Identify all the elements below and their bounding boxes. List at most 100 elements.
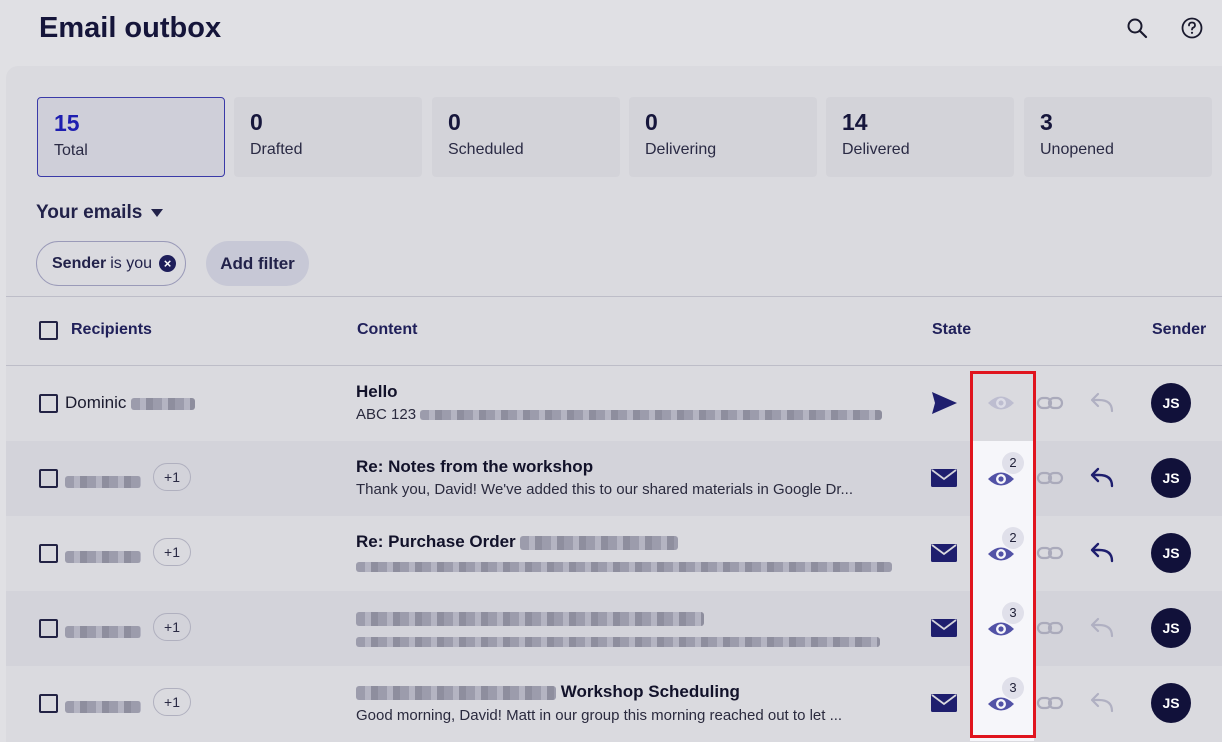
email-subject[interactable]: Re: Notes from the workshop xyxy=(356,457,593,477)
stat-label: Delivering xyxy=(645,141,717,158)
email-subject[interactable] xyxy=(356,608,704,628)
page-title: Email outbox xyxy=(39,12,222,44)
row-checkbox[interactable] xyxy=(39,619,58,638)
filter-chip-value: is you xyxy=(110,254,153,272)
open-count-badge: 2 xyxy=(1002,452,1024,474)
more-recipients-badge[interactable]: +1 xyxy=(153,463,191,491)
more-recipients-badge[interactable]: +1 xyxy=(153,538,191,566)
email-subject[interactable]: Workshop Scheduling xyxy=(356,682,740,702)
avatar[interactable]: JS xyxy=(1151,533,1191,573)
recipient-cell xyxy=(65,621,141,641)
open-count-badge: 2 xyxy=(1002,527,1024,549)
column-header-sender[interactable]: Sender xyxy=(1152,321,1206,339)
reply-icon xyxy=(1088,391,1116,415)
page-header: Email outbox xyxy=(0,0,1222,64)
avatar[interactable]: JS xyxy=(1151,608,1191,648)
help-circle-icon[interactable] xyxy=(1178,14,1206,42)
reply-icon xyxy=(1088,541,1116,565)
open-count-badge: 3 xyxy=(1002,677,1024,699)
reply-icon xyxy=(1088,691,1116,715)
opens-cell[interactable]: 2 xyxy=(970,441,1034,516)
search-icon[interactable] xyxy=(1123,14,1151,42)
recipient-cell xyxy=(65,546,141,566)
stat-count: 0 xyxy=(250,109,263,135)
avatar[interactable]: JS xyxy=(1151,458,1191,498)
stat-count: 3 xyxy=(1040,109,1053,135)
stat-label: Unopened xyxy=(1040,141,1114,158)
link-icon xyxy=(1036,468,1064,488)
redacted-text xyxy=(65,550,141,563)
stat-count: 0 xyxy=(448,109,461,135)
caret-down-icon xyxy=(150,202,164,224)
redacted-text xyxy=(65,475,141,488)
email-preview xyxy=(356,558,896,575)
stat-card-delivered[interactable]: 14 Delivered xyxy=(826,97,1014,177)
subject-text: Workshop Scheduling xyxy=(560,682,740,701)
link-icon xyxy=(1036,543,1064,563)
emails-view-dropdown[interactable]: Your emails xyxy=(36,202,164,224)
stat-card-delivering[interactable]: 0 Delivering xyxy=(629,97,817,177)
email-subject[interactable]: Re: Purchase Order xyxy=(356,532,679,552)
remove-filter-icon[interactable]: × xyxy=(159,255,176,272)
open-count-badge: 3 xyxy=(1002,602,1024,624)
subject-text: Re: Purchase Order xyxy=(356,532,516,551)
email-preview: ABC 123 xyxy=(356,406,896,423)
reply-icon xyxy=(1088,466,1116,490)
email-subject[interactable]: Hello xyxy=(356,382,398,402)
filter-chip-key: Sender xyxy=(52,254,107,272)
row-checkbox[interactable] xyxy=(39,469,58,488)
redacted-text xyxy=(520,535,679,550)
link-icon xyxy=(1036,393,1064,413)
eye-icon xyxy=(986,392,1016,414)
opens-cell[interactable]: 2 xyxy=(970,516,1034,591)
avatar[interactable]: JS xyxy=(1151,383,1191,423)
redacted-text xyxy=(356,637,880,648)
envelope-icon xyxy=(930,692,960,718)
column-header-state[interactable]: State xyxy=(932,321,971,339)
link-icon xyxy=(1036,693,1064,713)
link-icon xyxy=(1036,618,1064,638)
stat-card-scheduled[interactable]: 0 Scheduled xyxy=(432,97,620,177)
stat-count: 14 xyxy=(842,109,868,135)
divider xyxy=(6,296,1222,297)
row-checkbox[interactable] xyxy=(39,544,58,563)
redacted-text xyxy=(356,685,556,700)
avatar[interactable]: JS xyxy=(1151,683,1191,723)
stat-card-unopened[interactable]: 3 Unopened xyxy=(1024,97,1212,177)
stat-card-total[interactable]: 15 Total xyxy=(37,97,225,177)
opens-cell xyxy=(970,366,1034,441)
add-filter-button[interactable]: Add filter xyxy=(206,241,309,286)
select-all-checkbox[interactable] xyxy=(39,321,58,340)
section-title: Your emails xyxy=(36,202,143,223)
stat-card-drafted[interactable]: 0 Drafted xyxy=(234,97,422,177)
row-checkbox[interactable] xyxy=(39,394,58,413)
envelope-icon xyxy=(930,542,960,568)
redacted-text xyxy=(356,562,892,573)
envelope-icon xyxy=(930,467,960,493)
stat-count: 0 xyxy=(645,109,658,135)
stat-count: 15 xyxy=(54,110,80,136)
more-recipients-badge[interactable]: +1 xyxy=(153,688,191,716)
send-icon xyxy=(930,390,960,416)
email-preview: Thank you, David! We've added this to ou… xyxy=(356,481,854,498)
recipient-cell: Dominic xyxy=(65,393,196,413)
column-header-recipients[interactable]: Recipients xyxy=(71,321,152,339)
opens-cell[interactable]: 3 xyxy=(970,591,1034,666)
stat-label: Scheduled xyxy=(448,141,524,158)
more-recipients-badge[interactable]: +1 xyxy=(153,613,191,641)
filter-chip-sender[interactable]: Sender is you × xyxy=(36,241,186,286)
redacted-text xyxy=(356,611,704,626)
stat-label: Drafted xyxy=(250,141,303,158)
redacted-text xyxy=(131,397,196,410)
column-header-content[interactable]: Content xyxy=(357,321,417,339)
redacted-text xyxy=(65,625,141,638)
email-preview: Good morning, David! Matt in our group t… xyxy=(356,707,843,724)
redacted-text xyxy=(420,410,883,421)
recipient-cell xyxy=(65,696,141,716)
envelope-icon xyxy=(930,617,960,643)
reply-icon xyxy=(1088,616,1116,640)
row-checkbox[interactable] xyxy=(39,694,58,713)
opens-cell[interactable]: 3 xyxy=(970,666,1034,741)
preview-text: ABC 123 xyxy=(356,406,417,423)
email-preview xyxy=(356,633,896,650)
